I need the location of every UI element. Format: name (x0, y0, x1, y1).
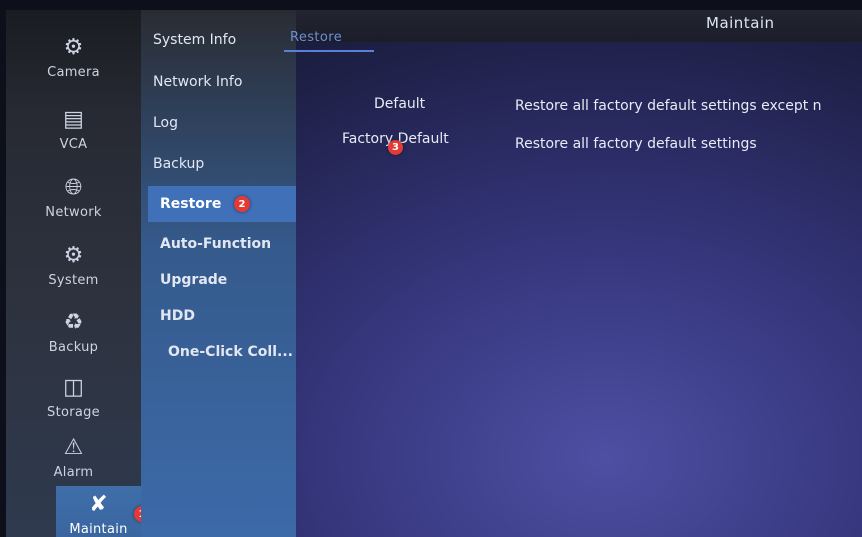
restore-default-description: Restore all factory default settings exc… (515, 98, 822, 114)
nav-label: Network (45, 205, 102, 220)
alarm-icon: ⚠ (63, 435, 84, 460)
nav-item-vca[interactable]: ▤ VCA (6, 92, 141, 153)
nav-item-alarm[interactable]: ⚠ Alarm (6, 420, 141, 481)
submenu-item-backup[interactable]: Backup (141, 146, 296, 182)
restore-default-button[interactable]: Default (374, 96, 425, 112)
gear-icon: ⚙ (63, 243, 84, 268)
nav-label: VCA (59, 137, 88, 152)
factory-default-description: Restore all factory default settings (515, 136, 757, 152)
vca-icon: ▤ (63, 107, 84, 132)
submenu-item-hdd[interactable]: HDD (148, 298, 303, 334)
submenu-item-log[interactable]: Log (141, 105, 296, 141)
camera-icon: ⚙︎ (63, 35, 84, 60)
nav-item-camera[interactable]: ⚙︎ Camera (6, 20, 141, 81)
submenu-item-upgrade[interactable]: Upgrade (148, 262, 303, 298)
tab-underline (284, 50, 374, 52)
submenu-item-auto-function[interactable]: Auto-Function (148, 226, 303, 262)
nav-item-backup[interactable]: ♻ Backup (6, 295, 141, 356)
submenu-item-system-info[interactable]: System Info (141, 22, 296, 58)
page-title: Maintain (706, 14, 775, 32)
nav-label: System (48, 273, 99, 288)
nav-label: Alarm (53, 465, 94, 480)
nav-item-maintain[interactable]: ✘ Maintain (56, 486, 141, 537)
nav-label: Maintain (69, 522, 128, 537)
tab-restore[interactable]: Restore (290, 30, 342, 45)
wrench-icon: ✘ (89, 492, 108, 517)
nav-item-system[interactable]: ⚙ System (6, 228, 141, 289)
main-nav-rail: ⚙︎ Camera ▤ VCA 🌐︎ Network ⚙ System ♻ Ba… (6, 10, 150, 537)
network-icon: 🌐︎ (64, 175, 83, 200)
nav-label: Camera (47, 65, 100, 80)
storage-icon: ◫ (63, 375, 84, 400)
nav-label: Backup (48, 340, 99, 355)
submenu-item-one-click-collect[interactable]: One-Click Coll... (156, 334, 296, 370)
submenu-label: Restore (160, 196, 222, 212)
submenu-item-restore[interactable]: Restore (148, 186, 296, 222)
nav-item-storage[interactable]: ◫ Storage (6, 360, 141, 421)
nav-item-network[interactable]: 🌐︎ Network (6, 160, 141, 221)
dvr-screen: Maintain ⚙︎ Camera ▤ VCA 🌐︎ Network ⚙ Sy… (6, 10, 862, 537)
step-badge-2: 2 (234, 196, 250, 212)
backup-icon: ♻ (63, 310, 84, 335)
step-badge-3: 3 (388, 140, 403, 155)
nav-label: Storage (47, 405, 100, 420)
maintain-submenu: System Info Network Info Log Backup Rest… (141, 10, 296, 537)
submenu-item-network-info[interactable]: Network Info (141, 64, 296, 100)
